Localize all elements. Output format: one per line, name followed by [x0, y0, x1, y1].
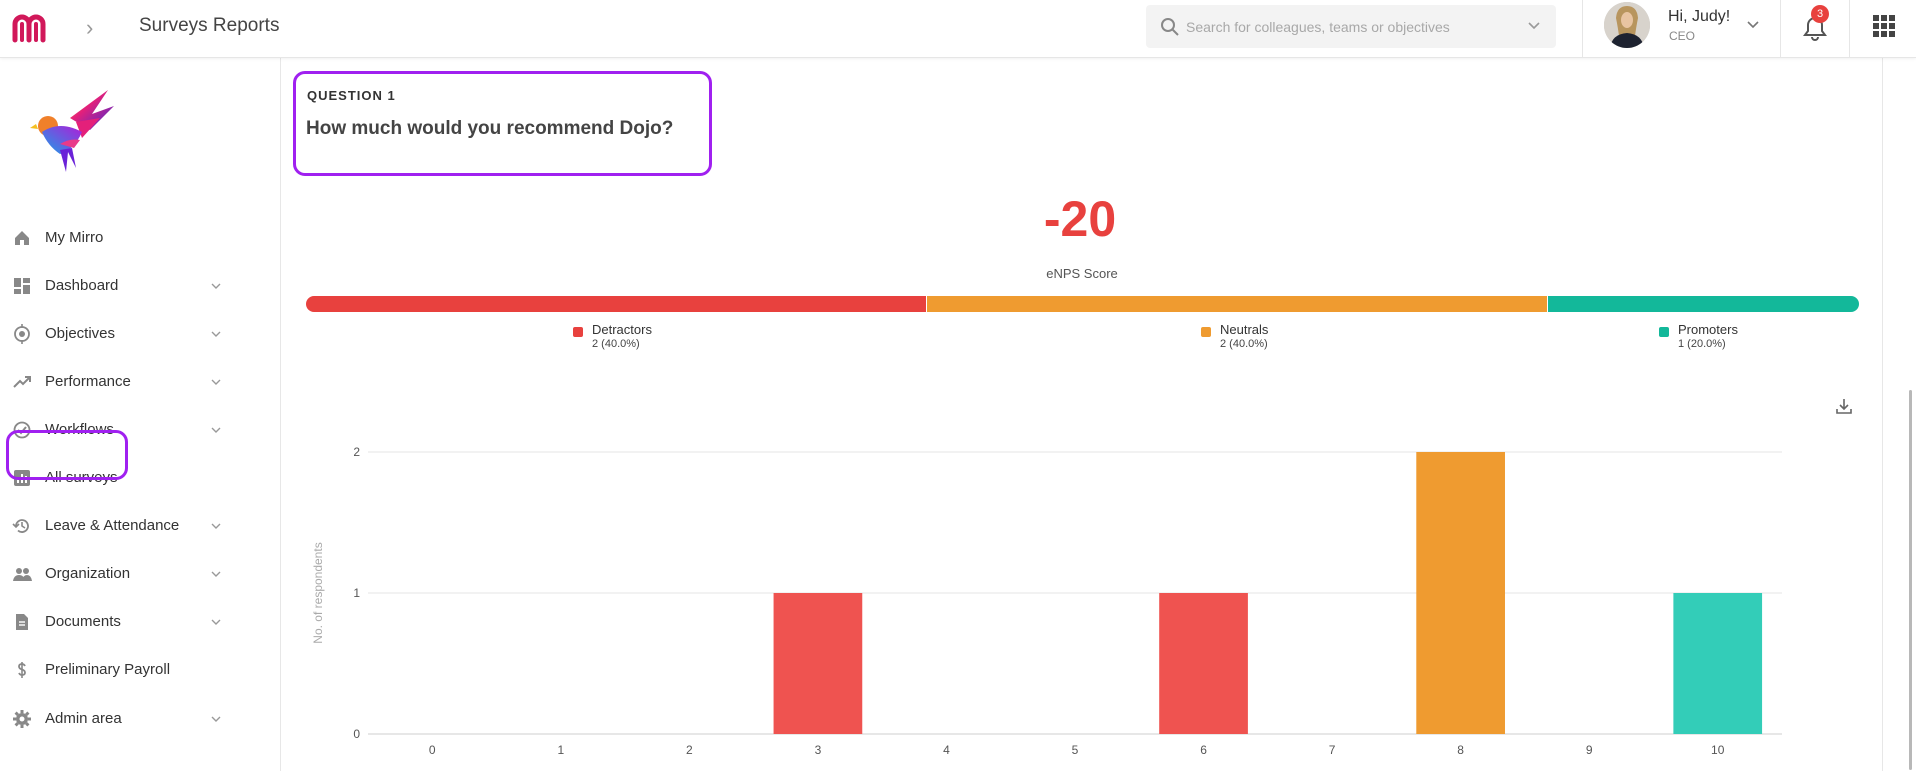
breadcrumb-chevron-icon: ›	[86, 15, 94, 40]
enps-segment-detractors	[306, 296, 928, 312]
legend-value: 2 (40.0%)	[592, 338, 640, 350]
chevron-down-icon[interactable]	[209, 567, 223, 581]
notification-badge: 3	[1811, 5, 1829, 23]
people-icon	[13, 568, 32, 581]
score-distribution-chart: 0 1 2 0 1 2 3 4 5 6 7 8 9 10 No. of respondents	[311, 445, 1782, 757]
chevron-down-icon[interactable]	[209, 327, 223, 341]
divider	[1582, 0, 1583, 58]
sidebar-item-organization[interactable]: Organization	[0, 554, 232, 594]
bar-score-8	[1416, 452, 1505, 734]
sidebar: My Mirro Dashboard Objectives Performance Wo…	[0, 58, 240, 771]
y-tick-label: 2	[353, 445, 360, 459]
apps-grid-icon[interactable]	[1872, 14, 1896, 38]
x-tick-label: 4	[943, 743, 950, 757]
search-box[interactable]	[1146, 5, 1556, 48]
sidebar-item-my-mirro[interactable]: My Mirro	[0, 218, 232, 258]
y-tick-label: 0	[353, 727, 360, 741]
chevron-down-icon[interactable]	[1526, 18, 1542, 34]
trending-up-icon	[13, 376, 31, 388]
enps-segment-neutrals	[927, 296, 1549, 312]
sidebar-item-label: Preliminary Payroll	[45, 661, 171, 678]
document-icon	[16, 614, 28, 630]
chevron-down-icon[interactable]	[209, 375, 223, 389]
sidebar-item-documents[interactable]: Documents	[0, 602, 232, 642]
home-icon	[15, 231, 29, 245]
top-bar: › Surveys Reports Hi, Judy! CEO 3	[0, 0, 1916, 58]
avatar[interactable]	[1604, 2, 1650, 48]
user-role: CEO	[1669, 29, 1696, 43]
legend-value: 1 (20.0%)	[1678, 338, 1726, 350]
x-tick-label: 5	[1072, 743, 1079, 757]
divider	[1780, 0, 1781, 58]
chevron-down-icon[interactable]	[1745, 17, 1761, 33]
x-tick-label: 8	[1457, 743, 1464, 757]
sidebar-item-objectives[interactable]: Objectives	[0, 314, 232, 354]
legend-name: Detractors	[592, 322, 652, 337]
chevron-down-icon[interactable]	[209, 712, 223, 726]
search-icon	[1161, 18, 1179, 36]
x-tick-label: 1	[557, 743, 564, 757]
all-surveys-highlight	[6, 430, 128, 480]
legend-value: 2 (40.0%)	[1220, 338, 1268, 350]
bar-score-3	[773, 593, 863, 734]
target-icon	[14, 324, 30, 344]
sidebar-item-admin-area[interactable]: Admin area	[0, 699, 232, 739]
sidebar-item-label: Dashboard	[45, 277, 119, 294]
enps-segment-promoters	[1548, 296, 1859, 312]
sidebar-item-label: Admin area	[45, 710, 122, 727]
sidebar-item-leave-attendance[interactable]: Leave & Attendance	[0, 506, 232, 546]
neutrals-swatch	[1201, 327, 1211, 337]
y-tick-label: 1	[353, 586, 360, 600]
legend-name: Neutrals	[1220, 322, 1269, 337]
x-tick-label: 10	[1711, 743, 1725, 757]
gear-icon	[13, 710, 31, 728]
x-tick-label: 7	[1329, 743, 1336, 757]
sidebar-item-performance[interactable]: Performance	[0, 362, 232, 402]
sidebar-item-label: Leave & Attendance	[45, 517, 180, 534]
y-axis-label: No. of respondents	[311, 542, 325, 643]
user-photo-icon	[1604, 2, 1650, 48]
promoters-swatch	[1659, 327, 1669, 337]
enps-distribution-bar	[306, 296, 1859, 312]
sidebar-item-label: My Mirro	[45, 229, 104, 246]
chevron-down-icon[interactable]	[209, 279, 223, 293]
chevron-down-icon[interactable]	[209, 423, 223, 437]
dollar-icon	[18, 662, 26, 678]
sidebar-item-label: Objectives	[45, 325, 116, 342]
sidebar-item-label: Organization	[45, 565, 131, 582]
divider	[1849, 0, 1850, 58]
x-tick-label: 3	[815, 743, 822, 757]
user-greeting[interactable]: Hi, Judy!	[1668, 8, 1730, 26]
sidebar-item-label: Documents	[45, 613, 121, 630]
download-icon[interactable]	[1834, 396, 1854, 416]
scrollbar-thumb[interactable]	[1909, 390, 1912, 770]
question-label: QUESTION 1	[307, 88, 396, 103]
legend-name: Promoters	[1678, 322, 1738, 337]
sidebar-item-label: Performance	[45, 373, 131, 390]
bar-score-10	[1673, 593, 1763, 734]
sidebar-item-preliminary-payroll[interactable]: Preliminary Payroll	[0, 650, 232, 690]
chevron-down-icon[interactable]	[209, 519, 223, 533]
search-input[interactable]	[1186, 15, 1516, 39]
x-tick-label: 2	[686, 743, 693, 757]
x-tick-label: 0	[429, 743, 436, 757]
chevron-down-icon[interactable]	[209, 615, 223, 629]
page-title: Surveys Reports	[139, 15, 280, 36]
history-icon	[12, 519, 29, 533]
company-bird-logo-icon	[30, 90, 114, 172]
bar-score-6	[1159, 593, 1248, 734]
mirro-logo-icon[interactable]	[10, 10, 52, 44]
enps-score: -20	[1043, 191, 1117, 247]
dashboard-icon	[14, 278, 30, 294]
detractors-swatch	[573, 327, 583, 337]
x-tick-label: 6	[1200, 743, 1207, 757]
x-tick-label: 9	[1586, 743, 1593, 757]
enps-score-label: eNPS Score	[1046, 266, 1118, 281]
question-text: How much would you recommend Dojo?	[306, 118, 674, 139]
sidebar-item-dashboard[interactable]: Dashboard	[0, 266, 232, 306]
